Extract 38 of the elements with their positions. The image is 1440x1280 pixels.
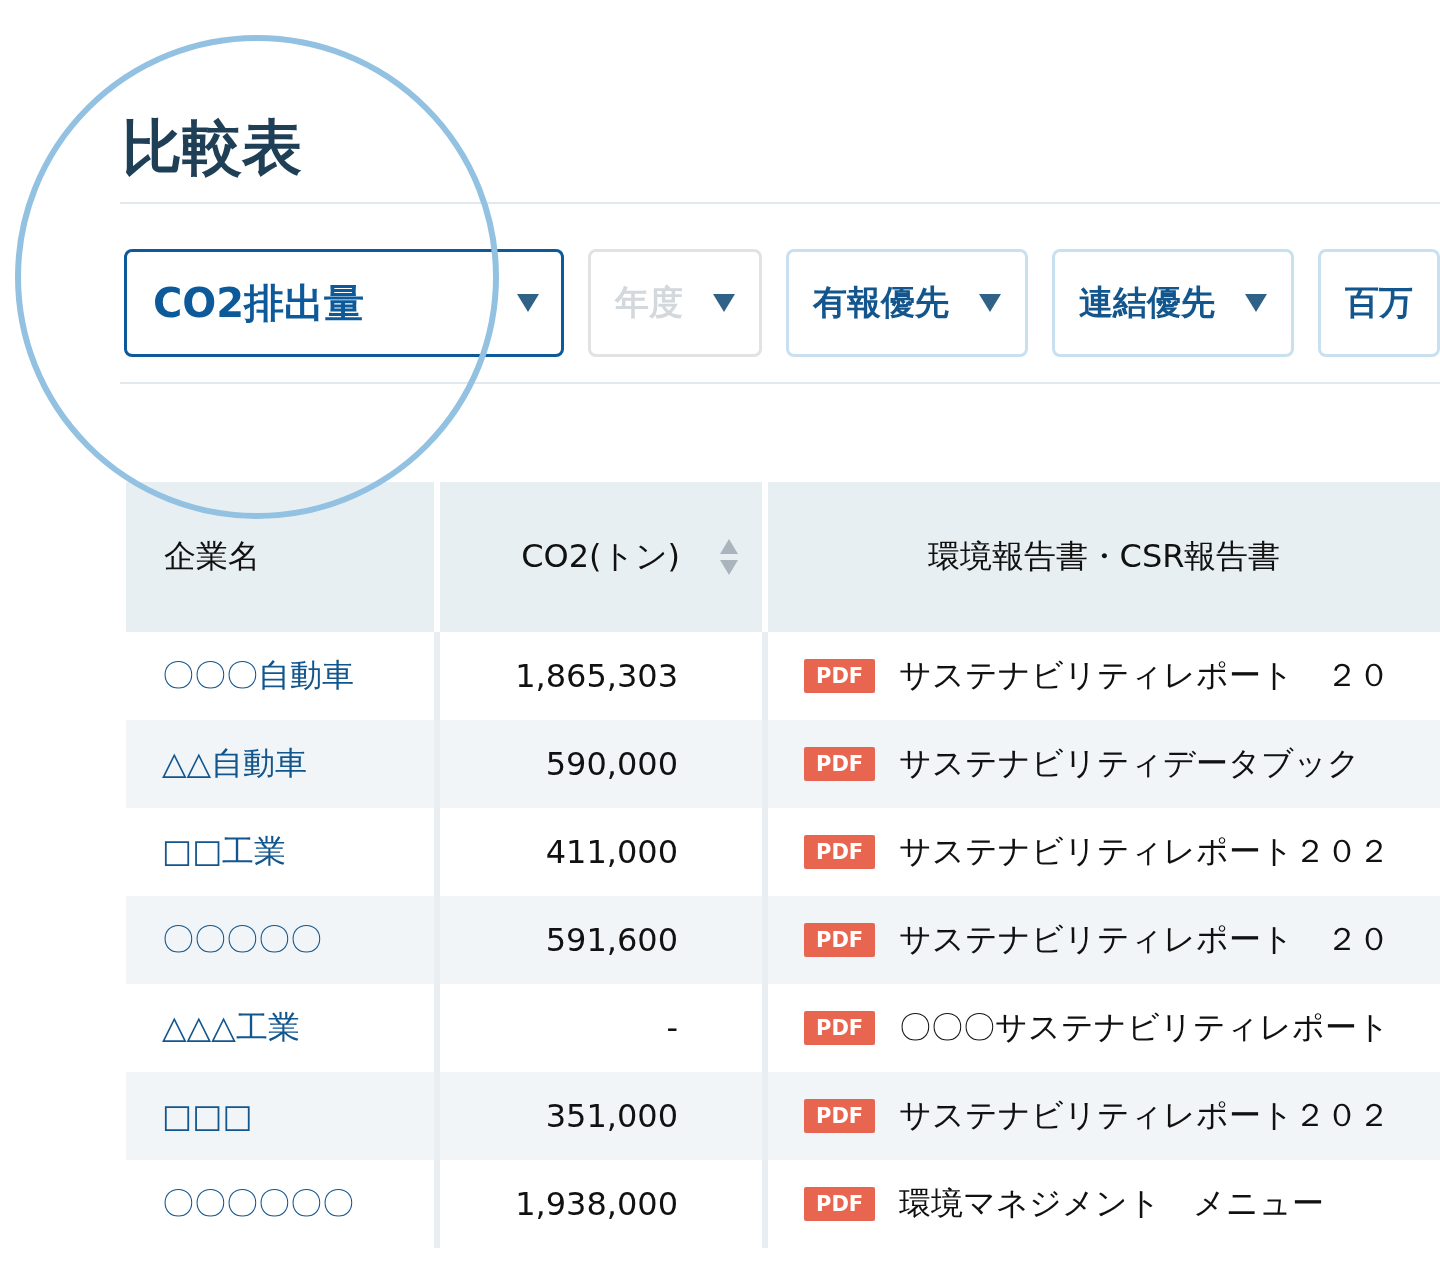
- pdf-badge: PDF: [804, 1187, 876, 1221]
- table-cell: 351,000: [440, 1072, 768, 1160]
- caret-icon: [1245, 294, 1267, 312]
- report-link[interactable]: 環境マネジメント メニュー: [899, 1182, 1325, 1226]
- pdf-badge: PDF: [804, 1099, 876, 1133]
- company-link[interactable]: □□工業: [126, 830, 287, 874]
- company-link[interactable]: 〇〇〇自動車: [126, 654, 354, 698]
- column-header: 企業名: [126, 482, 434, 632]
- company-link[interactable]: □□□: [126, 1097, 253, 1135]
- pdf-badge: PDF: [804, 747, 876, 781]
- filter-dropdown[interactable]: 百万: [1318, 249, 1440, 357]
- report-link[interactable]: サステナビリティレポート２０２: [899, 830, 1391, 874]
- company-link[interactable]: 〇〇〇〇〇〇: [126, 1182, 354, 1226]
- company-link[interactable]: △△△工業: [126, 1006, 300, 1050]
- page-title: 比較表: [122, 112, 303, 182]
- caret-icon: [979, 294, 1001, 312]
- pdf-badge: PDF: [804, 923, 876, 957]
- filter-dropdown[interactable]: CO2排出量: [124, 249, 564, 357]
- company-link[interactable]: 〇〇〇〇〇: [126, 918, 322, 962]
- sort-icon[interactable]: [720, 539, 738, 575]
- report-link[interactable]: サステナビリティレポート ２０: [899, 654, 1391, 698]
- caret-icon: [713, 294, 735, 312]
- company-link[interactable]: △△自動車: [126, 742, 308, 786]
- filter-dropdown[interactable]: 連結優先: [1052, 249, 1294, 357]
- report-link[interactable]: サステナビリティデータブック: [899, 742, 1361, 786]
- column-header: 環境報告書・CSR報告書: [768, 482, 1440, 632]
- pdf-badge: PDF: [804, 659, 876, 693]
- table-cell: 1,938,000: [440, 1160, 768, 1248]
- pdf-badge: PDF: [804, 835, 876, 869]
- table-cell: 590,000: [440, 720, 768, 808]
- caret-icon: [517, 294, 539, 312]
- column-header[interactable]: CO2(トン): [440, 482, 762, 632]
- filter-dropdown[interactable]: 有報優先: [786, 249, 1028, 357]
- table-cell: 591,600: [440, 896, 768, 984]
- pdf-badge: PDF: [804, 1011, 876, 1045]
- report-link[interactable]: サステナビリティレポート２０２: [899, 1094, 1391, 1138]
- report-link[interactable]: サステナビリティレポート ２０: [899, 918, 1391, 962]
- report-link[interactable]: 〇〇〇サステナビリティレポート: [899, 1006, 1391, 1050]
